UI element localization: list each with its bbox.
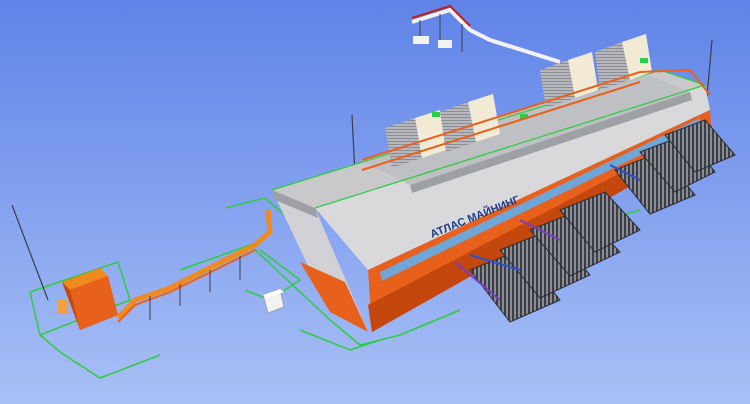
3d-model-viewport: АТЛАС МАЙНИНГ: [0, 0, 750, 404]
plant-rendering: АТЛАС МАЙНИНГ: [0, 0, 750, 404]
